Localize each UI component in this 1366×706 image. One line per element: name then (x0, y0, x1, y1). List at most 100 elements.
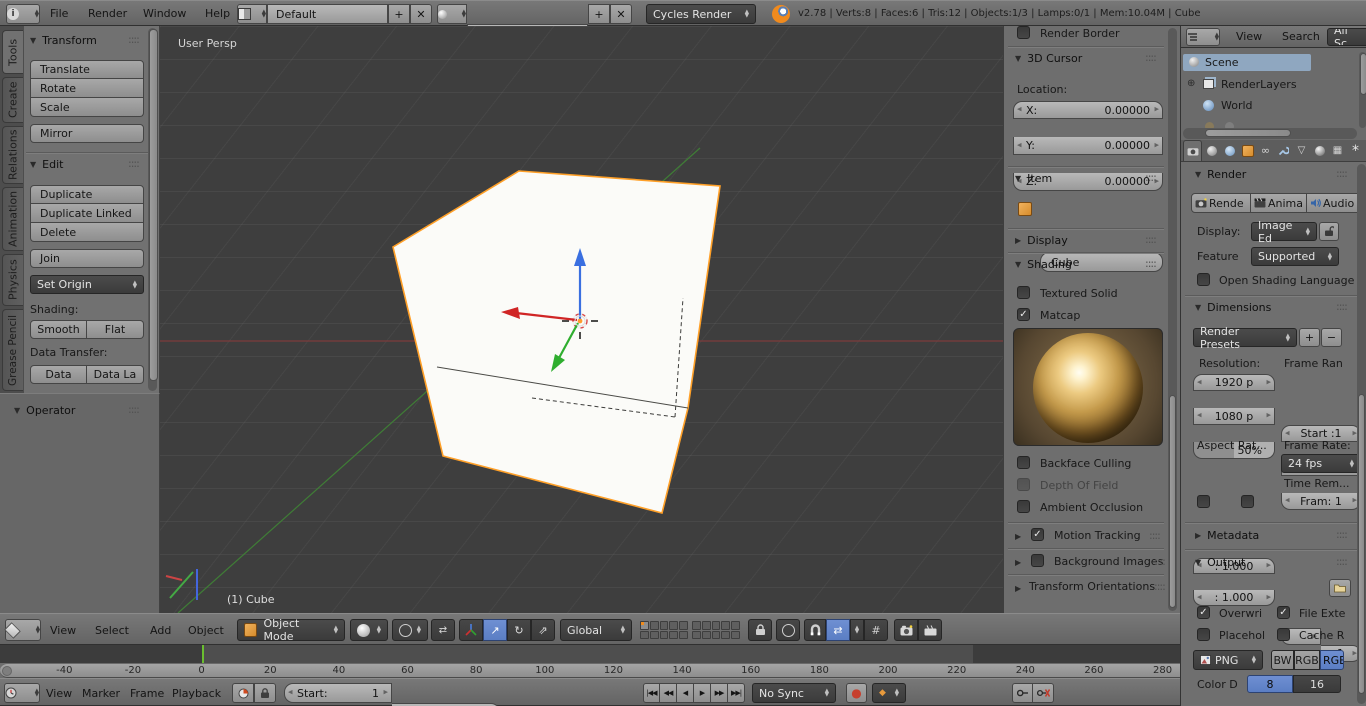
scene-delete-button[interactable]: ✕ (610, 4, 632, 24)
editor-type-timeline-button[interactable] (4, 683, 40, 703)
insert-keyframe-button[interactable] (1012, 683, 1033, 703)
panel-drag-dots[interactable]: :::: (1336, 555, 1348, 568)
render-presets-dropdown[interactable]: Render Presets (1193, 325, 1297, 351)
menu-search[interactable]: Search (1282, 30, 1320, 43)
menu-render[interactable]: Render (88, 7, 127, 20)
color-mode-bw-button[interactable]: BW (1271, 650, 1294, 670)
lock-to-scene-button[interactable] (748, 619, 772, 641)
outliner-row-selected[interactable] (1183, 54, 1311, 71)
use-preview-range-button[interactable] (232, 683, 254, 703)
layer-cell[interactable] (659, 621, 669, 630)
preset-add-button[interactable]: + (1299, 328, 1320, 347)
shelf-tab-physics[interactable]: Physics (2, 254, 23, 306)
tab-texture[interactable]: ▦ (1329, 142, 1346, 160)
panel-drag-dots[interactable]: :::: (1145, 257, 1157, 270)
keying-set-dropdown[interactable]: ◆ (872, 683, 906, 703)
panel-header-output[interactable]: ▼ Output (1195, 556, 1245, 569)
panel-drag-dots[interactable]: :::: (128, 403, 140, 416)
panel-drag-dots[interactable]: :::: (1154, 555, 1166, 568)
render-animation-button[interactable]: Anima (1251, 193, 1307, 213)
panel-header-item[interactable]: ▼ Item (1015, 172, 1052, 185)
play-reverse-button[interactable]: ◀ (677, 683, 694, 703)
tab-scene[interactable] (1203, 142, 1220, 160)
mode-dropdown[interactable]: Object Mode (237, 617, 345, 643)
layer-cell[interactable] (669, 630, 679, 639)
color-mode-rgba-button[interactable]: RGBA (1320, 650, 1344, 670)
delete-keyframe-button[interactable] (1033, 683, 1054, 703)
sync-mode-dropdown[interactable]: No Sync (752, 683, 836, 703)
timeline-track[interactable] (0, 645, 1180, 663)
outliner-item-renderlayers[interactable]: RenderLayers (1221, 78, 1297, 91)
tab-object-data[interactable]: ▽ (1293, 142, 1310, 160)
render-border-checkbox[interactable] (1017, 26, 1030, 39)
layer-cell[interactable] (692, 630, 701, 639)
menu-select[interactable]: Select (95, 624, 129, 637)
panel-drag-dots[interactable]: :::: (128, 157, 140, 170)
depth-of-field-checkbox[interactable] (1017, 478, 1030, 491)
panel-drag-dots[interactable]: :::: (1154, 580, 1166, 593)
next-keyframe-button[interactable]: ▶▶ (711, 683, 728, 703)
menu-help[interactable]: Help (205, 7, 230, 20)
manipulator-scale-button[interactable]: ⇗ (531, 619, 555, 641)
editor-type-3dview-button[interactable] (4, 619, 41, 641)
snap-toggle-button[interactable] (804, 619, 826, 641)
frame-rate-dropdown[interactable]: 24 fps (1281, 454, 1361, 473)
tab-render[interactable] (1183, 140, 1202, 161)
lock-frame-range-button[interactable] (254, 683, 276, 703)
aspect-y-field[interactable]: : 1.000 (1193, 590, 1275, 606)
tab-particles[interactable]: * (1347, 142, 1364, 160)
outliner-v-scrollbar[interactable] (1359, 52, 1366, 128)
panel-header-edit[interactable]: ▼ Edit (30, 158, 63, 171)
editor-type-outliner-button[interactable] (1186, 28, 1220, 46)
render-audio-button[interactable]: Audio (1307, 193, 1363, 213)
scrollbar-thumb[interactable] (1169, 395, 1176, 608)
panel-header-display[interactable]: ▶ Display (1015, 234, 1068, 247)
panel-closed-icon[interactable]: ▶ (1015, 584, 1021, 593)
cache-result-checkbox[interactable] (1277, 628, 1290, 641)
set-origin-dropdown[interactable]: Set Origin (30, 275, 144, 294)
preset-remove-button[interactable]: − (1321, 328, 1342, 347)
panel-header-3d-cursor[interactable]: ▼ 3D Cursor (1015, 52, 1082, 65)
frame-step-field[interactable]: Fram: 1 (1281, 493, 1361, 510)
delete-button[interactable]: Delete (30, 223, 144, 242)
duplicate-linked-button[interactable]: Duplicate Linked (30, 204, 144, 223)
crop-checkbox[interactable] (1241, 495, 1254, 508)
viewport-shading-dropdown[interactable] (350, 619, 388, 641)
scene-add-button[interactable]: + (588, 4, 610, 24)
pivot-point-dropdown[interactable] (392, 619, 428, 641)
matcap-preview[interactable] (1013, 328, 1163, 446)
panel-closed-icon[interactable]: ▶ (1015, 558, 1021, 567)
outliner-h-scrollbar[interactable] (1183, 128, 1357, 139)
mirror-button[interactable]: Mirror (30, 124, 144, 143)
resolution-x-field[interactable]: 1920 p (1193, 374, 1275, 391)
layer-cell[interactable] (701, 630, 711, 639)
frame-start-field[interactable]: Start: 1 (284, 683, 392, 703)
border-checkbox[interactable] (1197, 495, 1210, 508)
current-frame-line[interactable] (202, 645, 204, 663)
shade-flat-button[interactable]: Flat (87, 320, 144, 339)
render-still-button[interactable]: Rende (1191, 193, 1251, 213)
shelf-tab-tools[interactable]: Tools (2, 30, 23, 74)
file-format-dropdown[interactable]: PNG (1193, 650, 1263, 670)
prev-keyframe-button[interactable]: ◀◀ (660, 683, 677, 703)
panel-closed-icon[interactable]: ▶ (1015, 532, 1021, 541)
panel-header-dimensions[interactable]: ▼ Dimensions (1195, 301, 1271, 314)
layer-cell[interactable] (679, 621, 688, 630)
transform-orientation-dropdown[interactable]: Global (560, 619, 632, 641)
panel-drag-dots[interactable]: :::: (1145, 51, 1157, 64)
panel-drag-dots[interactable]: :::: (1336, 167, 1348, 180)
jump-to-start-button[interactable]: |◀◀ (643, 683, 660, 703)
layer-cell[interactable] (711, 621, 721, 630)
panel-header-operator[interactable]: ▼ Operator (14, 404, 75, 417)
timeline-ruler-scrollbar[interactable]: -40 -20 0 20 40 60 80 100 120 140 160 18… (0, 663, 1180, 678)
layer-cell[interactable] (721, 630, 731, 639)
scrollbar-thumb[interactable] (1360, 53, 1366, 95)
layout-add-button[interactable]: + (388, 4, 410, 24)
join-button[interactable]: Join (30, 249, 144, 268)
shelf-tab-relations[interactable]: Relations (2, 126, 23, 184)
panel-header-render[interactable]: ▼ Render (1195, 168, 1246, 181)
tab-world[interactable] (1221, 142, 1238, 160)
data-layout-transfer-button[interactable]: Data La (87, 365, 144, 384)
shelf-tab-animation[interactable]: Animation (2, 187, 23, 251)
overwrite-checkbox[interactable]: ✓ (1197, 606, 1210, 619)
